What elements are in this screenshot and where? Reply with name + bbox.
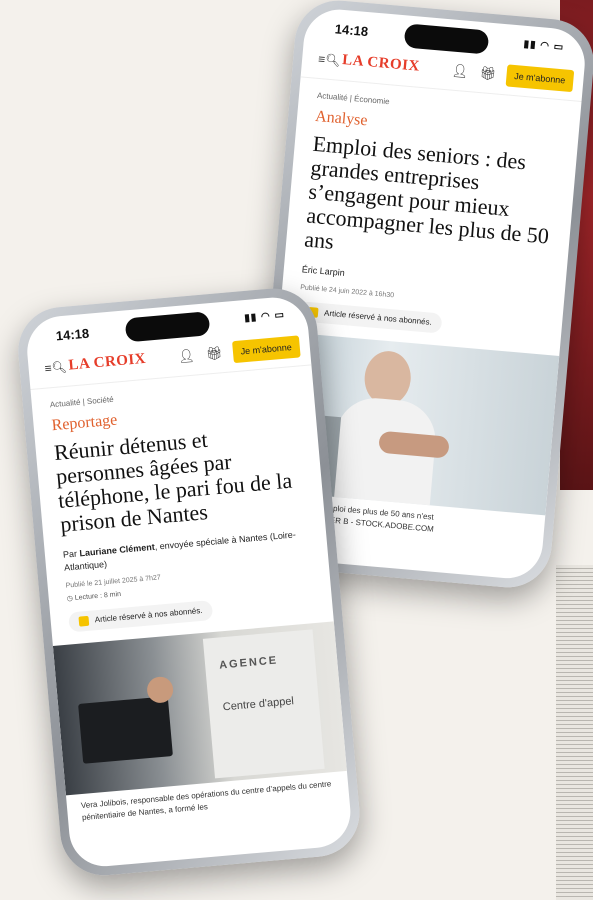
- article-headline: Emploi des seniors : des grandes entrepr…: [303, 130, 550, 254]
- la-croix-logo: LA CROIX: [341, 52, 421, 75]
- subscribe-button[interactable]: Je m'abonne: [231, 335, 301, 364]
- account-icon[interactable]: 👤︎: [451, 63, 469, 80]
- gift-icon[interactable]: 🎁︎: [205, 345, 223, 362]
- byline-author[interactable]: Lauriane Clément: [79, 542, 155, 559]
- phone-prison-article: 14:18 ▮▮ ◠ ▭ ≡🔍︎ LA CROIX 👤︎ 🎁︎ Je m'abo…: [14, 284, 364, 879]
- key-icon: [78, 615, 90, 627]
- byline-prefix: Par: [62, 548, 78, 560]
- subscriber-only-label: Article réservé à nos abonnés.: [323, 308, 433, 327]
- menu-search-icon[interactable]: ≡🔍︎: [318, 52, 341, 68]
- background-newspaper-bottom: [556, 565, 593, 900]
- subscriber-only-label: Article réservé à nos abonnés.: [94, 605, 203, 625]
- subscriber-only-badge: Article réservé à nos abonnés.: [297, 301, 443, 334]
- subscriber-only-badge: Article réservé à nos abonnés.: [68, 600, 214, 633]
- account-icon[interactable]: 👤︎: [177, 348, 195, 365]
- menu-search-icon[interactable]: ≡🔍︎: [44, 360, 67, 376]
- phone-screen: 14:18 ▮▮ ◠ ▭ ≡🔍︎ LA CROIX 👤︎ 🎁︎ Je m'abo…: [24, 294, 354, 870]
- photo-monitor: [78, 696, 173, 764]
- article-photo: AGENCE Centre d'appel: [52, 621, 347, 796]
- status-time: 14:18: [334, 21, 369, 40]
- gift-icon[interactable]: 🎁︎: [479, 65, 497, 82]
- signal-wifi-battery-icon: ▮▮ ◠ ▭: [523, 38, 565, 54]
- signal-wifi-battery-icon: ▮▮ ◠ ▭: [243, 309, 286, 325]
- reading-time-label: Lecture : 8 min: [74, 590, 122, 602]
- photo-wall-sign: AGENCE Centre d'appel: [202, 629, 325, 779]
- status-time: 14:18: [55, 325, 90, 344]
- subscribe-button[interactable]: Je m'abonne: [505, 64, 575, 93]
- la-croix-logo: LA CROIX: [67, 350, 147, 374]
